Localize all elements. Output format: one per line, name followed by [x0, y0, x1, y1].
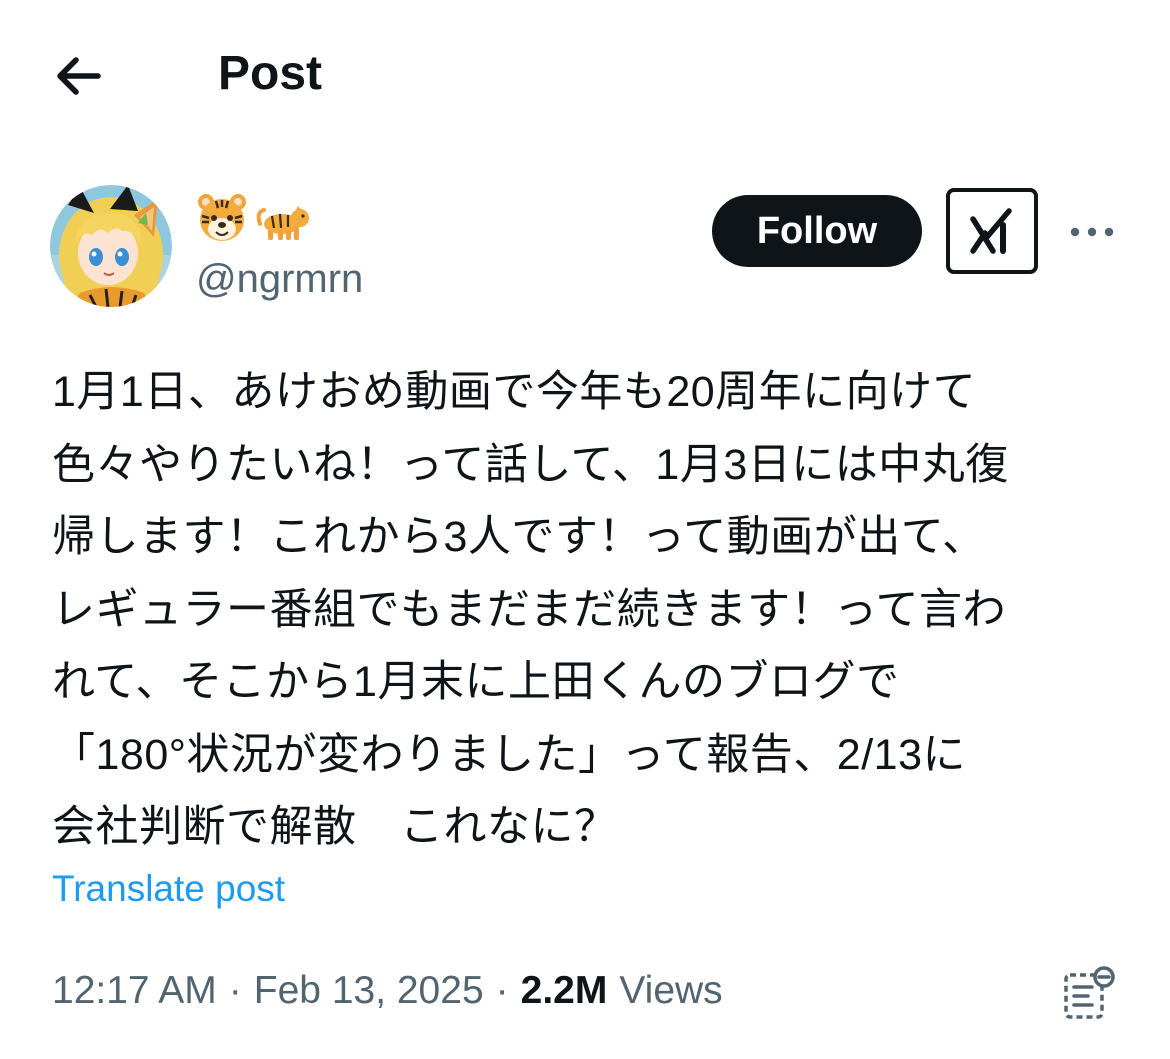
display-name[interactable] — [196, 188, 312, 248]
page-title: Post — [218, 47, 323, 100]
translate-post-link[interactable]: Translate post — [52, 866, 285, 912]
tiger-face-emoji — [198, 194, 246, 241]
post-analytics-button[interactable] — [1060, 964, 1120, 1022]
tiger-emoji — [256, 206, 309, 240]
post-detail-page: Post @ngrmrn Follow 1月1日、あけおめ動画で今年も20周年に… — [0, 0, 1170, 1059]
post-text: 1月1日、あけおめ動画で今年も20周年に向けて 色々やりたいね！って話して、1月… — [52, 368, 1009, 851]
avatar-image — [50, 185, 172, 307]
avatar[interactable] — [50, 185, 172, 307]
post-analytics-icon — [1064, 966, 1115, 1019]
back-button[interactable] — [48, 46, 108, 106]
separator-dot: · — [495, 969, 509, 1012]
post-time[interactable]: 12:17 AM — [52, 966, 217, 1016]
more-options-button[interactable] — [1062, 210, 1122, 254]
separator-dot: · — [228, 969, 242, 1012]
views-count: 2.2M — [520, 969, 608, 1012]
arrow-left-icon — [57, 57, 101, 95]
follow-button[interactable]: Follow — [712, 195, 922, 267]
post-date[interactable]: Feb 13, 2025 — [254, 966, 484, 1016]
user-handle[interactable]: @ngrmrn — [196, 256, 363, 302]
grok-button[interactable] — [946, 188, 1038, 274]
grok-icon — [970, 208, 1012, 254]
post-meta: 12:17 AM · Feb 13, 2025 · 2.2M Views — [52, 966, 723, 1016]
views-label: Views — [619, 969, 723, 1012]
more-horizontal-icon — [1070, 227, 1114, 237]
